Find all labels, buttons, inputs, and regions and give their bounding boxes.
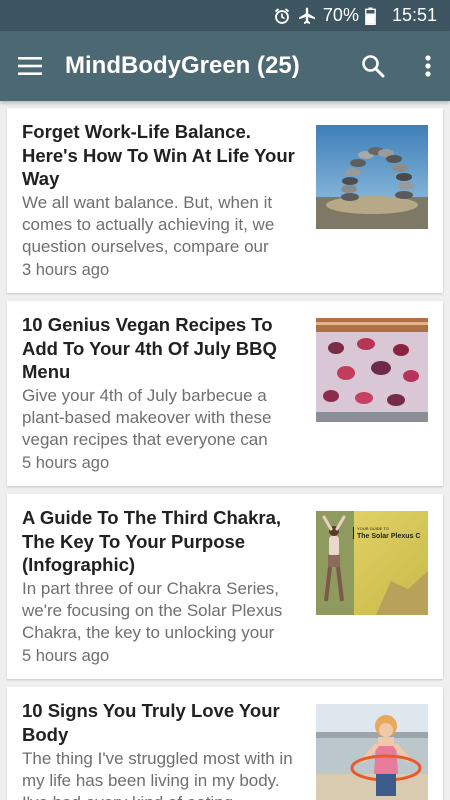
article-snippet: In part three of our Chakra Series, we'r… (22, 579, 283, 642)
battery-percent: 70% (322, 5, 359, 25)
thumbnail-kicker: YOUR GUIDE TO (357, 526, 389, 531)
more-options-button[interactable] (420, 51, 436, 81)
page-title: MindBodyGreen (25) (65, 52, 300, 79)
article-title: Forget Work-Life Balance. Here's How To … (22, 121, 295, 189)
article-card[interactable]: 10 Signs You Truly Love Your Body The th… (7, 687, 443, 800)
article-title: 10 Signs You Truly Love Your Body (22, 700, 280, 745)
article-time: 5 hours ago (22, 454, 110, 472)
article-title: A Guide To The Third Chakra, The Key To … (22, 507, 282, 575)
thumbnail-caption: The Solar Plexus C (357, 533, 421, 540)
article-card[interactable]: 10 Genius Vegan Recipes To Add To Your 4… (7, 301, 443, 486)
alarm-icon (273, 7, 291, 25)
article-time: 3 hours ago (22, 261, 110, 279)
article-snippet: Give your 4th of July barbecue a plant-b… (22, 386, 272, 449)
article-feed: Forget Work-Life Balance. Here's How To … (0, 101, 450, 800)
article-thumbnail (316, 704, 428, 800)
menu-icon (18, 57, 42, 75)
search-button[interactable] (358, 51, 388, 81)
search-icon (362, 55, 385, 78)
menu-button[interactable] (13, 51, 47, 81)
battery-icon (365, 7, 376, 25)
article-snippet: We all want balance. But, when it comes … (22, 193, 275, 256)
article-card[interactable]: A Guide To The Third Chakra, The Key To … (7, 494, 443, 679)
clock: 15:51 (391, 5, 437, 25)
status-bar: 70% 15:51 (0, 0, 450, 31)
article-title: 10 Genius Vegan Recipes To Add To Your 4… (22, 314, 277, 382)
article-thumbnail (316, 318, 428, 422)
article-time: 5 hours ago (22, 647, 110, 665)
article-thumbnail: YOUR GUIDE TO The Solar Plexus C (316, 511, 428, 615)
article-thumbnail (316, 125, 428, 229)
app-bar: MindBodyGreen (25) (0, 31, 450, 101)
article-snippet: The thing I've struggled most with in my… (22, 749, 293, 800)
airplane-icon (297, 6, 317, 26)
more-vert-icon (425, 55, 431, 77)
article-card[interactable]: Forget Work-Life Balance. Here's How To … (7, 108, 443, 293)
